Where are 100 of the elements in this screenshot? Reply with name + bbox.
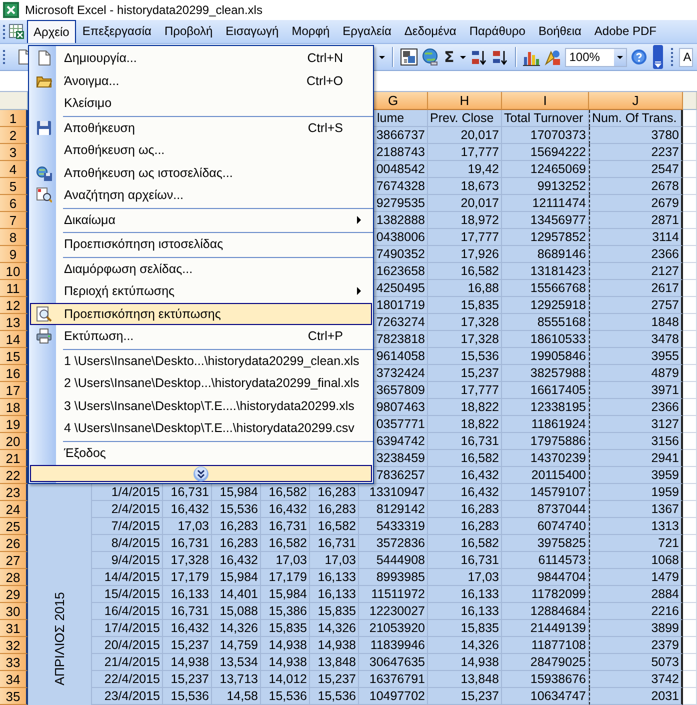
- row-header[interactable]: 21: [0, 450, 28, 467]
- table-cell: 16,133: [428, 586, 502, 603]
- toolbar-options-icon[interactable]: [653, 45, 664, 69]
- spreadsheet-icon[interactable]: [9, 24, 24, 39]
- menu-item[interactable]: Προβολή: [158, 20, 220, 43]
- menu-item[interactable]: Επεξεργασία: [76, 20, 158, 43]
- table-cell: 15/4/2015: [92, 586, 163, 603]
- row-header[interactable]: 31: [0, 620, 28, 637]
- row-header[interactable]: 29: [0, 586, 28, 603]
- row-header[interactable]: 19: [0, 416, 28, 433]
- dropdown-arrow-icon[interactable]: [379, 56, 385, 58]
- autosum-button[interactable]: Σ: [443, 48, 456, 66]
- table-cell: 20,017: [428, 127, 502, 144]
- table-cell: 3955: [589, 348, 683, 365]
- menu-item[interactable]: Adobe PDF: [588, 20, 663, 43]
- row-header[interactable]: 23: [0, 484, 28, 501]
- menu-item[interactable]: Αρχείο: [27, 20, 76, 43]
- table-cell: 1959: [589, 484, 683, 501]
- row-header[interactable]: 20: [0, 433, 28, 450]
- toolbar-grip-icon[interactable]: [2, 48, 6, 66]
- row-header[interactable]: 9: [0, 246, 28, 263]
- table-cell: 9844704: [502, 569, 589, 586]
- menu-item[interactable]: Βοήθεια: [532, 20, 588, 43]
- menu-item[interactable]: Δημιουργία... Ctrl+N: [30, 47, 372, 70]
- document-image-icon[interactable]: [400, 48, 418, 66]
- menu-item[interactable]: Προεπισκόπηση εκτύπωσης: [30, 302, 372, 325]
- row-header[interactable]: 34: [0, 671, 28, 688]
- table-cell: 21449139: [502, 620, 589, 637]
- table-cell: [683, 246, 697, 263]
- row-header[interactable]: 22: [0, 467, 28, 484]
- row-header[interactable]: 15: [0, 348, 28, 365]
- menu-item[interactable]: Δεδομένα: [398, 20, 463, 43]
- menu-item[interactable]: Εισαγωγή: [219, 20, 286, 43]
- table-cell: 15,237: [428, 688, 502, 705]
- zoom-combo[interactable]: 100%: [565, 48, 628, 66]
- font-field[interactable]: A: [679, 48, 694, 66]
- help-icon[interactable]: [631, 49, 648, 65]
- row-header[interactable]: 13: [0, 314, 28, 331]
- menu-item-label: Προεπισκόπηση ιστοσελίδας: [63, 237, 224, 252]
- row-header[interactable]: 30: [0, 603, 28, 620]
- row-header[interactable]: 2: [0, 127, 28, 144]
- menu-item-label: Έξοδος: [63, 446, 107, 460]
- table-cell: 2237: [589, 144, 683, 161]
- table-cell: [683, 331, 697, 348]
- table-cell: 16,582: [428, 450, 502, 467]
- menu-item[interactable]: Παράθυρο: [462, 20, 532, 43]
- dropdown-arrow-icon[interactable]: [460, 56, 466, 58]
- table-cell: 3959: [589, 467, 683, 484]
- row-header[interactable]: 4: [0, 161, 28, 178]
- row-header[interactable]: 3: [0, 144, 28, 161]
- row-header[interactable]: 10: [0, 263, 28, 280]
- print-preview-icon: [36, 306, 52, 322]
- row-header[interactable]: 6: [0, 195, 28, 212]
- row-header[interactable]: 25: [0, 518, 28, 535]
- dropdown-arrow-icon[interactable]: [617, 56, 624, 58]
- table-cell: 16,283: [428, 518, 502, 535]
- row-header[interactable]: 11: [0, 280, 28, 297]
- toolbar-grip-icon[interactable]: [2, 22, 6, 40]
- row-header[interactable]: 18: [0, 399, 28, 416]
- row-header[interactable]: 16: [0, 365, 28, 382]
- row-header[interactable]: 24: [0, 501, 28, 518]
- expand-menu-button[interactable]: [30, 465, 372, 482]
- table-cell: 6114573: [502, 552, 589, 569]
- column-header[interactable]: H: [428, 92, 502, 110]
- row-header[interactable]: 1: [0, 110, 28, 127]
- table-cell: 4879: [589, 365, 683, 382]
- table-cell: [683, 552, 697, 569]
- row-header[interactable]: 26: [0, 535, 28, 552]
- table-cell: 17,926: [428, 246, 502, 263]
- column-header[interactable]: I: [502, 92, 589, 110]
- table-cell: 6074740: [502, 518, 589, 535]
- table-cell: 17070373: [502, 127, 589, 144]
- menu-item[interactable]: Εργαλεία: [336, 20, 398, 43]
- sort-descending-icon[interactable]: [492, 48, 510, 66]
- row-header[interactable]: 8: [0, 229, 28, 246]
- row-header[interactable]: 5: [0, 178, 28, 195]
- globe-icon[interactable]: [422, 48, 439, 66]
- row-header[interactable]: 27: [0, 552, 28, 569]
- table-cell: 14,326: [428, 637, 502, 654]
- row-header[interactable]: 7: [0, 212, 28, 229]
- menu-item[interactable]: Άνοιγμα... Ctrl+O: [30, 70, 372, 92]
- table-cell: 15938676: [502, 671, 589, 688]
- table-cell: 16,582: [310, 518, 359, 535]
- table-cell: [683, 280, 697, 297]
- row-header[interactable]: 17: [0, 382, 28, 399]
- shortcut-label: Ctrl+S: [308, 120, 344, 135]
- sort-ascending-icon[interactable]: [471, 48, 488, 66]
- row-header[interactable]: 12: [0, 297, 28, 314]
- row-header[interactable]: 33: [0, 654, 28, 671]
- row-header[interactable]: 35: [0, 688, 28, 705]
- row-header[interactable]: 28: [0, 569, 28, 586]
- table-cell: 14,58: [212, 688, 261, 705]
- column-header[interactable]: J: [589, 92, 683, 110]
- menu-item[interactable]: Μορφή: [285, 20, 336, 43]
- table-cell: [683, 382, 697, 399]
- table-cell: 12465069: [502, 161, 589, 178]
- row-header[interactable]: 32: [0, 637, 28, 654]
- shapes-icon[interactable]: [544, 48, 562, 66]
- table-cell: 2757: [589, 297, 683, 314]
- row-header[interactable]: 14: [0, 331, 28, 348]
